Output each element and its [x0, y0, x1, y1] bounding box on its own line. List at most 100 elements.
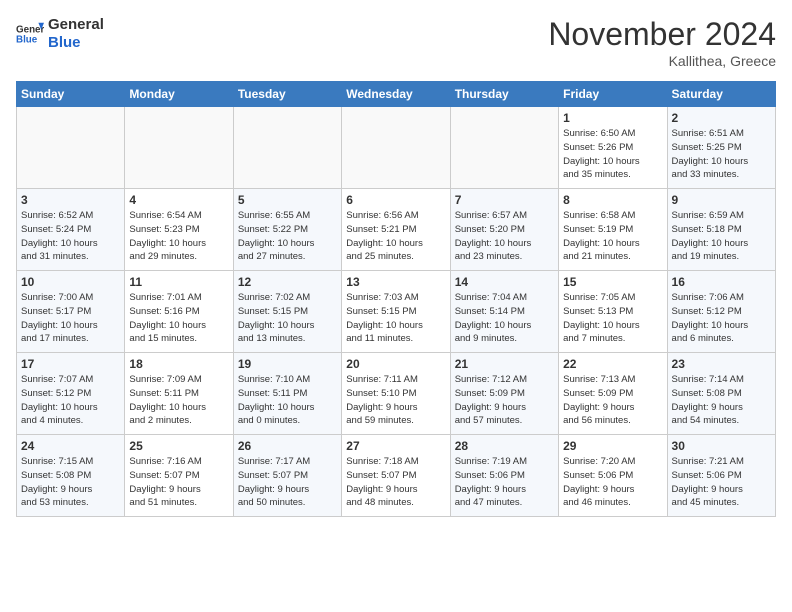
day-info: Sunrise: 7:20 AM Sunset: 5:06 PM Dayligh…: [563, 455, 662, 510]
calendar-cell: 18 Sunrise: 7:09 AM Sunset: 5:11 PM Dayli…: [125, 353, 233, 435]
day-number: 9: [672, 193, 771, 207]
calendar-cell: 13 Sunrise: 7:03 AM Sunset: 5:15 PM Dayli…: [342, 271, 450, 353]
day-info: Sunrise: 7:14 AM Sunset: 5:08 PM Dayligh…: [672, 373, 771, 428]
day-number: 19: [238, 357, 337, 371]
day-info: Sunrise: 6:55 AM Sunset: 5:22 PM Dayligh…: [238, 209, 337, 264]
location: Kallithea, Greece: [548, 53, 776, 69]
logo: General Blue General Blue: [16, 16, 104, 52]
calendar-cell: 9 Sunrise: 6:59 AM Sunset: 5:18 PM Daylig…: [667, 189, 775, 271]
calendar-cell: 20 Sunrise: 7:11 AM Sunset: 5:10 PM Dayli…: [342, 353, 450, 435]
calendar-cell: 22 Sunrise: 7:13 AM Sunset: 5:09 PM Dayli…: [559, 353, 667, 435]
day-info: Sunrise: 7:18 AM Sunset: 5:07 PM Dayligh…: [346, 455, 445, 510]
logo-general: General: [48, 16, 104, 34]
day-number: 20: [346, 357, 445, 371]
calendar-cell: 7 Sunrise: 6:57 AM Sunset: 5:20 PM Daylig…: [450, 189, 558, 271]
calendar-cell: [17, 107, 125, 189]
day-number: 29: [563, 439, 662, 453]
weekday-header: Monday: [125, 82, 233, 107]
calendar-cell: 4 Sunrise: 6:54 AM Sunset: 5:23 PM Daylig…: [125, 189, 233, 271]
day-number: 28: [455, 439, 554, 453]
day-info: Sunrise: 6:54 AM Sunset: 5:23 PM Dayligh…: [129, 209, 228, 264]
calendar-week-row: 24 Sunrise: 7:15 AM Sunset: 5:08 PM Dayli…: [17, 435, 776, 517]
calendar-cell: 19 Sunrise: 7:10 AM Sunset: 5:11 PM Dayli…: [233, 353, 341, 435]
weekday-header: Sunday: [17, 82, 125, 107]
calendar-cell: 10 Sunrise: 7:00 AM Sunset: 5:17 PM Dayli…: [17, 271, 125, 353]
day-number: 23: [672, 357, 771, 371]
calendar-cell: 25Sunrise: 7:16 AM Sunset: 5:07 PM Dayli…: [125, 435, 233, 517]
calendar-cell: 16 Sunrise: 7:06 AM Sunset: 5:12 PM Dayli…: [667, 271, 775, 353]
day-info: Sunrise: 6:56 AM Sunset: 5:21 PM Dayligh…: [346, 209, 445, 264]
weekday-header: Thursday: [450, 82, 558, 107]
day-number: 16: [672, 275, 771, 289]
day-info: Sunrise: 7:09 AM Sunset: 5:11 PM Dayligh…: [129, 373, 228, 428]
calendar-cell: 27 Sunrise: 7:18 AM Sunset: 5:07 PM Dayli…: [342, 435, 450, 517]
month-title: November 2024: [548, 16, 776, 53]
day-number: 1: [563, 111, 662, 125]
day-number: 27: [346, 439, 445, 453]
day-number: 21: [455, 357, 554, 371]
day-info: Sunrise: 7:03 AM Sunset: 5:15 PM Dayligh…: [346, 291, 445, 346]
day-number: 17: [21, 357, 120, 371]
day-number: 26: [238, 439, 337, 453]
calendar-cell: 24 Sunrise: 7:15 AM Sunset: 5:08 PM Dayli…: [17, 435, 125, 517]
calendar-cell: 14Sunrise: 7:04 AM Sunset: 5:14 PM Dayli…: [450, 271, 558, 353]
day-number: 24: [21, 439, 120, 453]
day-number: 15: [563, 275, 662, 289]
calendar-cell: 1 Sunrise: 6:50 AM Sunset: 5:26 PM Daylig…: [559, 107, 667, 189]
day-number: 2: [672, 111, 771, 125]
day-info: Sunrise: 6:58 AM Sunset: 5:19 PM Dayligh…: [563, 209, 662, 264]
day-number: 10: [21, 275, 120, 289]
calendar-cell: 23 Sunrise: 7:14 AM Sunset: 5:08 PM Dayli…: [667, 353, 775, 435]
day-number: 22: [563, 357, 662, 371]
calendar-cell: 29 Sunrise: 7:20 AM Sunset: 5:06 PM Dayli…: [559, 435, 667, 517]
day-number: 14: [455, 275, 554, 289]
day-number: 5: [238, 193, 337, 207]
day-number: 12: [238, 275, 337, 289]
calendar-cell: 17Sunrise: 7:07 AM Sunset: 5:12 PM Dayli…: [17, 353, 125, 435]
day-info: Sunrise: 7:00 AM Sunset: 5:17 PM Dayligh…: [21, 291, 120, 346]
title-block: November 2024 Kallithea, Greece: [548, 16, 776, 69]
calendar-cell: 30Sunrise: 7:21 AM Sunset: 5:06 PM Dayli…: [667, 435, 775, 517]
calendar-cell: 6Sunrise: 6:56 AM Sunset: 5:21 PM Daylig…: [342, 189, 450, 271]
calendar-cell: 5 Sunrise: 6:55 AM Sunset: 5:22 PM Daylig…: [233, 189, 341, 271]
weekday-header: Wednesday: [342, 82, 450, 107]
calendar-cell: [233, 107, 341, 189]
day-info: Sunrise: 7:15 AM Sunset: 5:08 PM Dayligh…: [21, 455, 120, 510]
calendar-week-row: 10 Sunrise: 7:00 AM Sunset: 5:17 PM Dayli…: [17, 271, 776, 353]
svg-text:Blue: Blue: [16, 34, 38, 45]
calendar-cell: [125, 107, 233, 189]
day-info: Sunrise: 6:51 AM Sunset: 5:25 PM Dayligh…: [672, 127, 771, 182]
weekday-header: Friday: [559, 82, 667, 107]
calendar-header-row: SundayMondayTuesdayWednesdayThursdayFrid…: [17, 82, 776, 107]
calendar-cell: 28 Sunrise: 7:19 AM Sunset: 5:06 PM Dayli…: [450, 435, 558, 517]
day-info: Sunrise: 7:11 AM Sunset: 5:10 PM Dayligh…: [346, 373, 445, 428]
day-number: 4: [129, 193, 228, 207]
day-number: 13: [346, 275, 445, 289]
page-header: General Blue General Blue November 2024 …: [16, 16, 776, 69]
day-info: Sunrise: 6:52 AM Sunset: 5:24 PM Dayligh…: [21, 209, 120, 264]
calendar-week-row: 1 Sunrise: 6:50 AM Sunset: 5:26 PM Daylig…: [17, 107, 776, 189]
day-info: Sunrise: 7:17 AM Sunset: 5:07 PM Dayligh…: [238, 455, 337, 510]
calendar-cell: 12Sunrise: 7:02 AM Sunset: 5:15 PM Dayli…: [233, 271, 341, 353]
day-info: Sunrise: 7:12 AM Sunset: 5:09 PM Dayligh…: [455, 373, 554, 428]
day-number: 7: [455, 193, 554, 207]
day-info: Sunrise: 7:13 AM Sunset: 5:09 PM Dayligh…: [563, 373, 662, 428]
day-info: Sunrise: 7:06 AM Sunset: 5:12 PM Dayligh…: [672, 291, 771, 346]
day-info: Sunrise: 7:10 AM Sunset: 5:11 PM Dayligh…: [238, 373, 337, 428]
day-info: Sunrise: 6:50 AM Sunset: 5:26 PM Dayligh…: [563, 127, 662, 182]
day-info: Sunrise: 7:19 AM Sunset: 5:06 PM Dayligh…: [455, 455, 554, 510]
calendar-cell: [450, 107, 558, 189]
day-number: 18: [129, 357, 228, 371]
day-info: Sunrise: 7:01 AM Sunset: 5:16 PM Dayligh…: [129, 291, 228, 346]
logo-icon: General Blue: [16, 20, 44, 48]
calendar-table: SundayMondayTuesdayWednesdayThursdayFrid…: [16, 81, 776, 517]
calendar-cell: 3Sunrise: 6:52 AM Sunset: 5:24 PM Daylig…: [17, 189, 125, 271]
calendar-cell: [342, 107, 450, 189]
calendar-cell: 21 Sunrise: 7:12 AM Sunset: 5:09 PM Dayli…: [450, 353, 558, 435]
calendar-cell: 2 Sunrise: 6:51 AM Sunset: 5:25 PM Daylig…: [667, 107, 775, 189]
day-info: Sunrise: 6:59 AM Sunset: 5:18 PM Dayligh…: [672, 209, 771, 264]
calendar-week-row: 3Sunrise: 6:52 AM Sunset: 5:24 PM Daylig…: [17, 189, 776, 271]
day-number: 8: [563, 193, 662, 207]
day-info: Sunrise: 7:05 AM Sunset: 5:13 PM Dayligh…: [563, 291, 662, 346]
day-info: Sunrise: 6:57 AM Sunset: 5:20 PM Dayligh…: [455, 209, 554, 264]
